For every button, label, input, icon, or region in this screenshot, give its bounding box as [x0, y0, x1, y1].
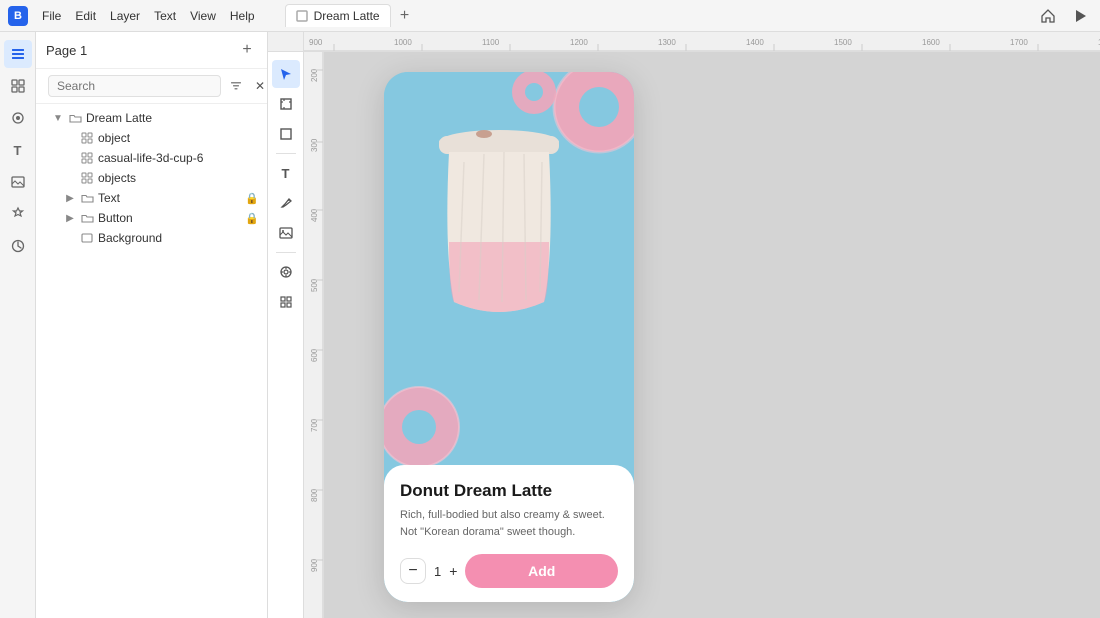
sidebar-icon-history[interactable]: [4, 232, 32, 260]
lock-icon: 🔒: [245, 212, 259, 225]
menu-layer[interactable]: Layer: [104, 7, 146, 25]
tree-item-text[interactable]: ▶ Text 🔒: [36, 188, 267, 208]
sidebar-icon-assets[interactable]: [4, 72, 32, 100]
lock-icon: 🔒: [245, 192, 259, 205]
tab-title: Dream Latte: [314, 9, 380, 23]
tree-item-cup[interactable]: ▶ casual-life-3d-cup-6: [36, 148, 267, 168]
chevron-icon: ▶: [64, 212, 76, 224]
component-icon: [80, 171, 94, 185]
tab-dream-latte[interactable]: Dream Latte: [285, 4, 391, 27]
layers-tree: ▼ Dream Latte ▶ object ▶ casu: [36, 104, 267, 618]
tree-item-button[interactable]: ▶ Button 🔒: [36, 208, 267, 228]
svg-text:1500: 1500: [834, 38, 852, 47]
menu-help[interactable]: Help: [224, 7, 261, 25]
main-layout: T Page 1 + ✕: [0, 32, 1100, 618]
home-button[interactable]: [1036, 4, 1060, 28]
app-logo[interactable]: B: [8, 6, 28, 26]
tree-item-dream-latte[interactable]: ▼ Dream Latte: [36, 108, 267, 128]
component-icon: [80, 151, 94, 165]
card-product-title: Donut Dream Latte: [400, 481, 618, 501]
sidebar-icon-layers[interactable]: [4, 40, 32, 68]
svg-text:1700: 1700: [1010, 38, 1028, 47]
chevron-icon: ▼: [52, 112, 64, 124]
pen-tool-button[interactable]: [272, 189, 300, 217]
tool-divider-2: [276, 252, 296, 253]
page-title: Page 1: [46, 43, 87, 58]
chevron-icon: ▶: [64, 192, 76, 204]
add-page-button[interactable]: +: [237, 40, 257, 60]
folder-icon: [68, 111, 82, 125]
component-icon: [80, 131, 94, 145]
ruler-horizontal: 900 1000 1100 1200 1300 1400 1500 1600 1…: [304, 32, 1100, 52]
svg-text:1600: 1600: [922, 38, 940, 47]
tree-label: Text: [98, 191, 241, 205]
svg-text:1200: 1200: [570, 38, 588, 47]
target-tool-button[interactable]: [272, 258, 300, 286]
tree-label: casual-life-3d-cup-6: [98, 151, 259, 165]
canvas-viewport[interactable]: Donut Dream Latte Rich, full-bodied but …: [324, 52, 1100, 618]
rect-icon: [80, 231, 94, 245]
top-bar: B File Edit Layer Text View Help Dream L…: [0, 0, 1100, 32]
select-tool-button[interactable]: [272, 60, 300, 88]
menu-file[interactable]: File: [36, 7, 67, 25]
qty-plus-label: +: [449, 563, 457, 579]
frame-tool-button[interactable]: [272, 90, 300, 118]
svg-text:1000: 1000: [394, 38, 412, 47]
play-button[interactable]: [1068, 4, 1092, 28]
tree-label: Background: [98, 231, 259, 245]
canvas-main: T 200: [268, 52, 1100, 618]
tab-add-button[interactable]: +: [393, 4, 417, 28]
card-bottom-panel: Donut Dream Latte Rich, full-bodied but …: [384, 465, 634, 602]
svg-text:300: 300: [310, 138, 319, 152]
search-row: ✕: [36, 69, 267, 104]
menu-view[interactable]: View: [184, 7, 222, 25]
tree-item-background[interactable]: ▶ Background: [36, 228, 267, 248]
folder-icon: [80, 211, 94, 225]
folder-icon: [80, 191, 94, 205]
canvas-area: 900 1000 1100 1200 1300 1400 1500 1600 1…: [268, 32, 1100, 618]
tool-divider: [276, 153, 296, 154]
ruler-h-svg: 900 1000 1100 1200 1300 1400 1500 1600 1…: [304, 32, 1100, 52]
qty-minus-button[interactable]: −: [400, 558, 426, 584]
tree-label: Button: [98, 211, 241, 225]
qty-value: 1: [434, 564, 441, 579]
tree-label: objects: [98, 171, 259, 185]
svg-text:1400: 1400: [746, 38, 764, 47]
search-filter-button[interactable]: [225, 75, 247, 97]
design-card: Donut Dream Latte Rich, full-bodied but …: [384, 72, 634, 602]
menu-edit[interactable]: Edit: [69, 7, 102, 25]
card-actions: − 1 + Add: [400, 554, 618, 588]
tab-bar: Dream Latte +: [285, 4, 417, 28]
search-input[interactable]: [48, 75, 221, 97]
ruler-vertical: 200 300 400 500 600 700 800 900: [304, 52, 324, 618]
sidebar-icon-plugins[interactable]: [4, 200, 32, 228]
ruler-v-svg: 200 300 400 500 600 700 800 900: [304, 52, 324, 618]
grid-tool-button[interactable]: [272, 288, 300, 316]
text-tool-button[interactable]: T: [272, 159, 300, 187]
svg-text:1100: 1100: [482, 38, 500, 47]
canvas-toolbar: T: [268, 52, 304, 618]
tree-label: Dream Latte: [86, 111, 259, 125]
layers-panel: Page 1 + ✕ ▼ Dream Latte: [36, 32, 268, 618]
coffee-cup: [414, 112, 584, 337]
ruler-corner: [268, 32, 304, 52]
tree-label: object: [98, 131, 259, 145]
sidebar-icon-image[interactable]: [4, 168, 32, 196]
menu-bar: File Edit Layer Text View Help: [36, 7, 261, 25]
image-tool-button[interactable]: [272, 219, 300, 247]
sidebar-icon-text[interactable]: T: [4, 136, 32, 164]
card-bg: Donut Dream Latte Rich, full-bodied but …: [384, 72, 634, 602]
add-to-cart-button[interactable]: Add: [465, 554, 618, 588]
rect-tool-button[interactable]: [272, 120, 300, 148]
tree-item-objects[interactable]: ▶ objects: [36, 168, 267, 188]
menu-text[interactable]: Text: [148, 7, 182, 25]
card-product-desc: Rich, full-bodied but also creamy & swee…: [400, 507, 618, 540]
tree-item-object[interactable]: ▶ object: [36, 128, 267, 148]
layers-panel-header: Page 1 +: [36, 32, 267, 69]
search-options: ✕: [225, 75, 271, 97]
svg-text:1300: 1300: [658, 38, 676, 47]
sidebar-icons: T: [0, 32, 36, 618]
sidebar-icon-components[interactable]: [4, 104, 32, 132]
svg-text:900: 900: [309, 38, 323, 47]
